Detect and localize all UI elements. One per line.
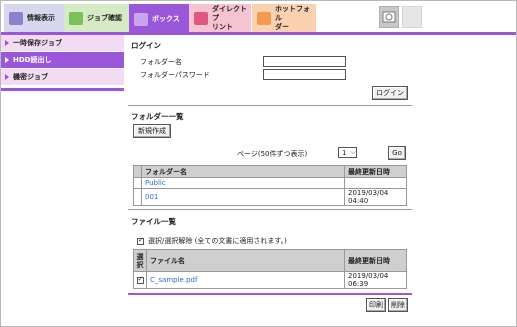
select-all-toggle[interactable]: 選択/選択解除 (全ての文書に適用されます。) <box>137 236 287 246</box>
table-header-spacer <box>133 165 142 178</box>
toolbar-icons <box>379 6 422 28</box>
sidebar-item-secure-jobs[interactable]: 機密ジョブ <box>1 69 124 86</box>
tab-job-check[interactable]: ジョブ確認 <box>64 4 129 33</box>
chevron-down-icon: ⌵ <box>350 148 356 156</box>
login-title: ログイン <box>131 41 161 50</box>
folder-table: フォルダー名 最終更新日時 Public 001 2019/03/04 04:4… <box>133 165 407 206</box>
go-button[interactable]: Go <box>388 146 406 160</box>
sidebar-divider <box>1 88 124 91</box>
table-header-file-name: ファイル名 <box>146 249 345 272</box>
help-icon[interactable] <box>402 6 422 28</box>
table-cell-select <box>133 271 147 289</box>
info-icon <box>9 12 23 25</box>
sidebar-item-label: 一時保存ジョブ <box>13 39 62 47</box>
table-cell-date: 2019/03/04 04:40 <box>344 188 407 206</box>
sidebar-item-temporary-jobs[interactable]: 一時保存ジョブ <box>1 35 124 52</box>
table-row[interactable]: Public <box>133 177 407 189</box>
folder-list-title: フォルダー一覧 <box>131 112 184 121</box>
table-row[interactable]: C_sample.pdf 2019/03/04 06:39 <box>133 271 407 289</box>
tab-label: ホットフォル ダー <box>275 5 316 32</box>
tab-label-line2: リント <box>212 23 233 31</box>
scanner-icon[interactable] <box>379 6 399 28</box>
tab-label: ダイレクトプ リント <box>212 5 251 32</box>
box-icon <box>134 12 148 26</box>
table-header-last-updated: 最終更新日時 <box>344 165 407 178</box>
job-icon <box>69 12 83 25</box>
divider <box>128 209 412 210</box>
table-header-last-updated: 最終更新日時 <box>344 249 407 272</box>
table-cell-date <box>344 177 407 189</box>
new-folder-button[interactable]: 新規作成 <box>133 124 171 138</box>
table-header-row: 選 択 ファイル名 最終更新日時 <box>133 249 407 272</box>
tab-hot-folder[interactable]: ホットフォル ダー <box>252 4 316 33</box>
tab-label: 情報表示 <box>27 14 55 22</box>
login-button[interactable]: ログイン <box>372 86 408 100</box>
print-button[interactable]: 印刷 <box>366 298 386 312</box>
arrow-right-icon <box>5 74 9 80</box>
table-header-row: フォルダー名 最終更新日時 <box>133 165 407 178</box>
tab-info-display[interactable]: 情報表示 <box>4 4 64 33</box>
folder-password-label: フォルダーパスワード <box>140 71 210 79</box>
folder-name-input[interactable] <box>263 56 346 67</box>
page-select[interactable]: 1 ⌵ <box>338 147 357 158</box>
sidebar-item-label: HDD読出し <box>13 56 52 64</box>
folder-name-label: フォルダー名 <box>140 58 182 66</box>
select-all-checkbox[interactable] <box>137 236 144 245</box>
folder-link[interactable]: Public <box>141 177 345 189</box>
file-table: 選 択 ファイル名 最終更新日時 C_sample.pdf 2019/03/04… <box>133 249 407 289</box>
file-checkbox[interactable] <box>136 275 144 284</box>
page-select-value: 1 <box>342 148 347 157</box>
sidebar: 一時保存ジョブ HDD読出し 機密ジョブ <box>1 35 124 326</box>
tab-label: ジョブ確認 <box>87 14 122 22</box>
tab-label: ボックス <box>152 14 180 23</box>
divider <box>128 293 412 295</box>
table-row[interactable]: 001 2019/03/04 04:40 <box>133 188 407 206</box>
tab-label-line2: ダー <box>275 23 289 31</box>
table-cell-date: 2019/03/04 06:39 <box>344 271 407 289</box>
table-header-folder-name: フォルダー名 <box>141 165 345 178</box>
tab-label-line1: ダイレクトプ <box>212 5 247 22</box>
hot-folder-icon <box>257 12 271 25</box>
tab-direct-print[interactable]: ダイレクトプ リント <box>189 4 251 33</box>
select-all-label: 選択/選択解除 (全ての文書に適用されます。) <box>148 237 287 245</box>
delete-button[interactable]: 削除 <box>388 298 408 312</box>
sidebar-item-label: 機密ジョブ <box>13 73 48 81</box>
direct-print-icon <box>194 12 208 25</box>
top-tab-bar: 情報表示 ジョブ確認 ボックス ダイレクトプ リント ホットフォル ダー <box>1 1 516 34</box>
divider <box>128 105 412 106</box>
table-cell-spacer <box>133 177 142 189</box>
select-header-line1: 選 <box>136 252 144 261</box>
page-label: ページ(50件ずつ表示) <box>237 150 308 158</box>
sidebar-item-hdd-read[interactable]: HDD読出し <box>1 52 124 69</box>
table-header-select: 選 択 <box>133 249 147 272</box>
folder-link[interactable]: 001 <box>141 188 345 206</box>
table-cell-spacer <box>133 188 142 206</box>
tab-box[interactable]: ボックス <box>129 4 189 34</box>
arrow-right-icon <box>5 40 9 46</box>
folder-password-input[interactable] <box>263 69 346 80</box>
select-header-line2: 択 <box>136 260 144 269</box>
arrow-right-icon <box>5 57 9 63</box>
file-list-title: ファイル一覧 <box>131 217 176 226</box>
file-link[interactable]: C_sample.pdf <box>146 271 345 289</box>
tab-label-line1: ホットフォル <box>275 5 310 22</box>
